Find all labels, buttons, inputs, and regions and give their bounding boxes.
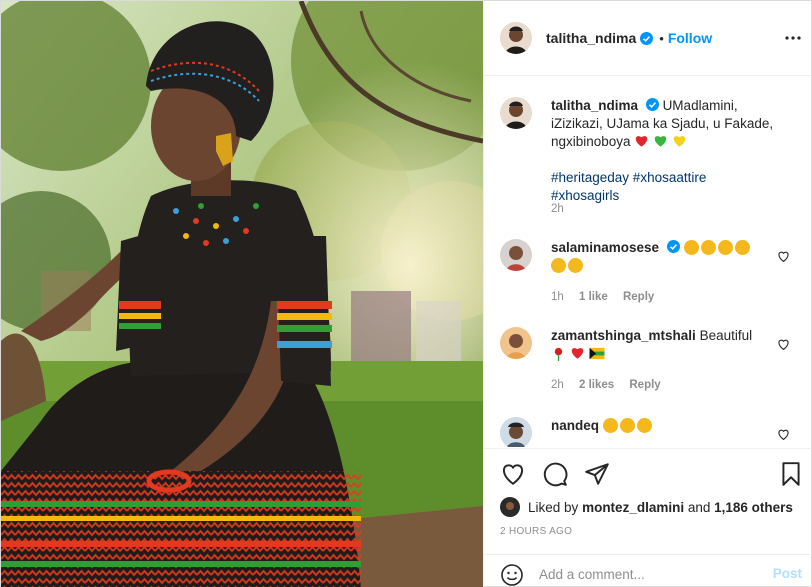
likes-others-count[interactable]: 1,186 others [714, 500, 793, 515]
share-icon[interactable] [584, 461, 610, 487]
red-heart-icon [636, 136, 648, 147]
star-struck-emoji-icon [568, 258, 583, 273]
post-image [1, 1, 483, 587]
comment-emojis [551, 346, 605, 361]
action-icons [500, 461, 610, 487]
heart-icon[interactable] [500, 461, 526, 487]
star-struck-emoji-icon [602, 418, 618, 433]
like-comment-heart-icon[interactable] [777, 428, 790, 441]
star-struck-emoji-icon [683, 240, 699, 255]
green-heart-icon [654, 136, 667, 147]
follow-button[interactable]: Follow [668, 30, 712, 46]
comment-input[interactable] [539, 564, 759, 584]
caption-time[interactable]: 2h [551, 203, 564, 215]
caption-hashtags[interactable]: #heritageday #xhosaattire #xhosagirls [551, 169, 776, 205]
caption-username[interactable]: talitha_ndima [551, 98, 638, 113]
star-struck-emoji-icon [636, 418, 652, 433]
comment-meta: 1h 1 like Reply [551, 291, 666, 303]
more-options-icon[interactable] [784, 29, 802, 47]
bookmark-icon[interactable] [778, 461, 804, 487]
comment-time[interactable]: 1h [551, 291, 564, 303]
caption-meta: 2h [551, 203, 576, 215]
rose-icon [554, 347, 563, 361]
emoji-icon[interactable] [500, 563, 524, 587]
comment-body: nandeq [551, 417, 776, 435]
comments-list[interactable]: talitha_ndima UMadlamini, iZizikazi, UJa… [484, 77, 812, 447]
post-photo[interactable] [1, 1, 483, 587]
flag-icon [589, 347, 605, 360]
star-struck-emoji-icon [619, 418, 635, 433]
star-struck-emoji-icon [734, 240, 750, 255]
caption-heart-emojis [634, 134, 687, 149]
like-comment-heart-icon[interactable] [777, 250, 790, 263]
comment-body: salaminamosese [551, 239, 776, 275]
post-comment-button[interactable]: Post [773, 566, 802, 581]
commenter-avatar[interactable] [500, 239, 532, 271]
liked-by-prefix: Liked by [528, 499, 579, 515]
verified-badge-icon [640, 31, 654, 45]
post-header: talitha_ndima • Follow [484, 1, 812, 76]
red-heart-icon [571, 348, 583, 359]
caption-avatar[interactable] [500, 97, 532, 129]
post-actions: Liked by montez_dlamini and 1,186 others… [484, 448, 812, 587]
comment-username[interactable]: nandeq [551, 418, 599, 433]
comment-username[interactable]: salaminamosese [551, 240, 659, 255]
commenter-avatar[interactable] [500, 417, 532, 447]
yellow-heart-icon [673, 136, 686, 147]
post-details-panel: talitha_ndima • Follow talitha_ndima UMa… [483, 1, 812, 587]
star-struck-emoji-icon [551, 258, 566, 273]
post-timestamp[interactable]: 2 HOURS AGO [500, 526, 572, 537]
liker-avatar[interactable] [500, 497, 520, 517]
post-modal: talitha_ndima • Follow talitha_ndima UMa… [0, 0, 812, 587]
likes-summary: Liked by montez_dlamini and 1,186 others [500, 497, 793, 517]
like-comment-heart-icon[interactable] [777, 338, 790, 351]
liker-username[interactable]: montez_dlamini [582, 500, 684, 515]
comment-text: Beautiful [699, 328, 753, 343]
likes-and: and [687, 499, 711, 515]
star-struck-emoji-icon [717, 240, 733, 255]
verified-badge-icon [666, 240, 680, 253]
comment-meta: 2h 2 likes Reply [551, 379, 673, 391]
reply-button[interactable]: Reply [623, 291, 654, 303]
comment-time[interactable]: 2h [551, 379, 564, 391]
reply-button[interactable]: Reply [629, 379, 660, 391]
verified-badge-icon [645, 98, 659, 111]
author-avatar[interactable] [500, 22, 532, 54]
separator-dot: • [659, 30, 664, 46]
add-comment-bar: Post [484, 554, 812, 587]
comment-likes[interactable]: 1 like [579, 291, 608, 303]
author-username[interactable]: talitha_ndima [546, 30, 636, 46]
star-struck-emoji-icon [700, 240, 716, 255]
comment-body: zamantshinga_mtshali Beautiful [551, 327, 776, 363]
comment-icon[interactable] [542, 461, 568, 487]
caption-body: talitha_ndima UMadlamini, iZizikazi, UJa… [551, 97, 776, 205]
comment-emojis [602, 418, 654, 433]
comment-likes[interactable]: 2 likes [579, 379, 614, 391]
commenter-avatar[interactable] [500, 327, 532, 359]
comment-username[interactable]: zamantshinga_mtshali [551, 328, 696, 343]
